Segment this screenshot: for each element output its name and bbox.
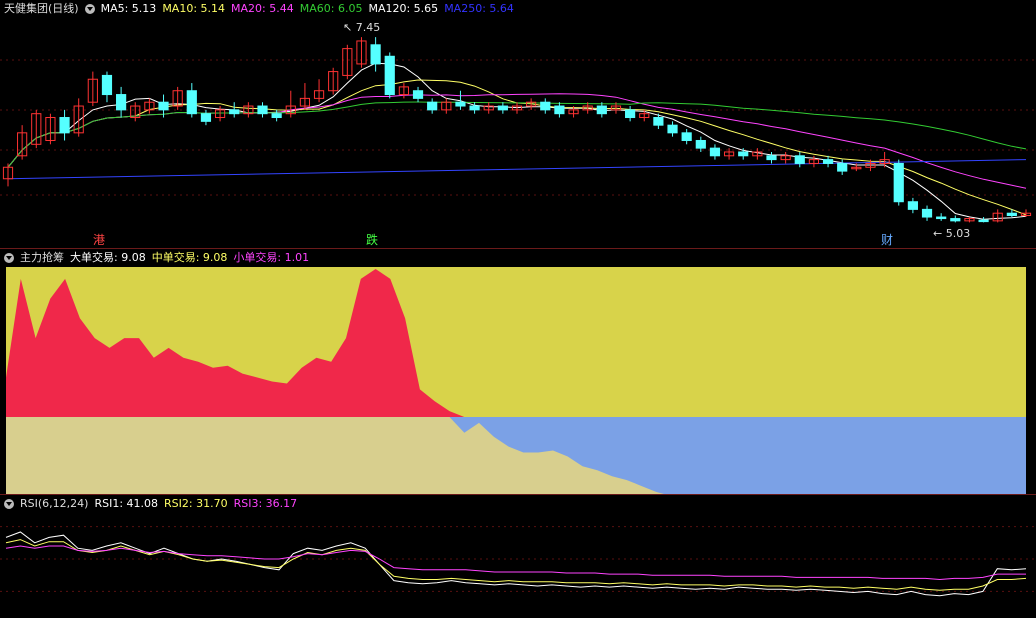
candle-body bbox=[766, 155, 777, 161]
price-legend: 天健集团(日线) MA5: 5.13 MA10: 5.14 MA20: 5.44… bbox=[4, 2, 514, 16]
candle-body bbox=[625, 109, 636, 119]
candle-body bbox=[936, 216, 947, 220]
dropdown-icon[interactable] bbox=[4, 499, 14, 509]
candle-body bbox=[59, 117, 70, 134]
small-order-label: 小单交易: 1.01 bbox=[233, 251, 310, 264]
marker-cai: 财 bbox=[881, 233, 894, 247]
candle-body bbox=[794, 155, 805, 164]
candle-body bbox=[653, 117, 664, 126]
candle-body bbox=[978, 219, 989, 223]
candle-body bbox=[370, 44, 381, 65]
candle-body bbox=[554, 105, 565, 115]
large-order-label: 大单交易: 9.08 bbox=[70, 251, 146, 264]
main-force-panel: 主力抢筹 大单交易: 9.08 中单交易: 9.08 小单交易: 1.01 bbox=[0, 249, 1036, 494]
marker-die: 跌 bbox=[366, 233, 379, 247]
candle-body bbox=[384, 55, 395, 96]
candle-body bbox=[950, 218, 961, 222]
candle-body bbox=[200, 113, 212, 122]
low-value: 5.03 bbox=[945, 227, 971, 240]
candle-body bbox=[681, 132, 692, 141]
candle-body bbox=[229, 109, 240, 115]
candle-body bbox=[1006, 212, 1017, 217]
stock-name: 天健集团(日线) bbox=[4, 2, 79, 15]
ma250-label: MA250: 5.64 bbox=[444, 2, 514, 15]
candle-body bbox=[596, 105, 607, 115]
price-panel: 天健集团(日线) MA5: 5.13 MA10: 5.14 MA20: 5.44… bbox=[0, 0, 1036, 248]
dropdown-icon[interactable] bbox=[84, 4, 95, 14]
rsi-line bbox=[5, 531, 1027, 597]
rsi-chart[interactable] bbox=[0, 495, 1036, 618]
dropdown-icon[interactable] bbox=[4, 253, 14, 263]
candle-body bbox=[101, 74, 113, 96]
rsi3-label: RSI3: 36.17 bbox=[233, 497, 298, 510]
candle-body bbox=[907, 201, 918, 210]
main-force-chart[interactable] bbox=[0, 249, 1036, 494]
candle-body bbox=[257, 105, 268, 115]
candle-body bbox=[822, 159, 834, 164]
rsi-title: RSI(6,12,24) bbox=[20, 497, 89, 510]
candle-body bbox=[497, 105, 508, 111]
ma-line bbox=[7, 62, 1027, 220]
candle-body bbox=[695, 139, 706, 149]
candle-body bbox=[469, 105, 480, 111]
candle-body bbox=[893, 162, 904, 203]
rsi-legend: RSI(6,12,24) RSI1: 41.08 RSI2: 31.70 RSI… bbox=[4, 497, 297, 511]
main-force-legend: 主力抢筹 大单交易: 9.08 中单交易: 9.08 小单交易: 1.01 bbox=[4, 251, 309, 265]
candle-body bbox=[455, 101, 466, 107]
candlestick-chart[interactable] bbox=[0, 0, 1036, 248]
medium-order-label: 中单交易: 9.08 bbox=[151, 251, 228, 264]
candle-body bbox=[540, 101, 551, 111]
candle-body bbox=[738, 151, 749, 157]
low-label: ← 5.03 bbox=[933, 227, 971, 240]
main-force-title: 主力抢筹 bbox=[20, 251, 64, 264]
candle-body bbox=[158, 101, 169, 111]
candle-body bbox=[709, 147, 721, 157]
candle-body bbox=[116, 94, 127, 111]
ma5-label: MA5: 5.13 bbox=[100, 2, 157, 15]
candle-body bbox=[427, 101, 438, 111]
candle-body bbox=[921, 208, 933, 218]
candle-body bbox=[186, 90, 197, 115]
ma20-label: MA20: 5.44 bbox=[231, 2, 294, 15]
rsi-panel: RSI(6,12,24) RSI1: 41.08 RSI2: 31.70 RSI… bbox=[0, 495, 1036, 618]
ma60-label: MA60: 6.05 bbox=[299, 2, 363, 15]
candle-body bbox=[667, 124, 678, 134]
ma120-label: MA120: 5.65 bbox=[368, 2, 439, 15]
rsi-line bbox=[5, 545, 1026, 581]
high-label: ↖ 7.45 bbox=[343, 21, 381, 34]
candle-body bbox=[837, 162, 848, 172]
rsi2-label: RSI2: 31.70 bbox=[164, 497, 228, 510]
ma250-line bbox=[7, 159, 1027, 180]
rsi1-label: RSI1: 41.08 bbox=[94, 497, 159, 510]
marker-gang: 港 bbox=[93, 233, 106, 247]
ma10-label: MA10: 5.14 bbox=[162, 2, 226, 15]
rsi-line bbox=[5, 539, 1027, 591]
candle-body bbox=[412, 90, 424, 99]
candle-body bbox=[271, 113, 282, 119]
high-value: 7.45 bbox=[355, 21, 381, 34]
